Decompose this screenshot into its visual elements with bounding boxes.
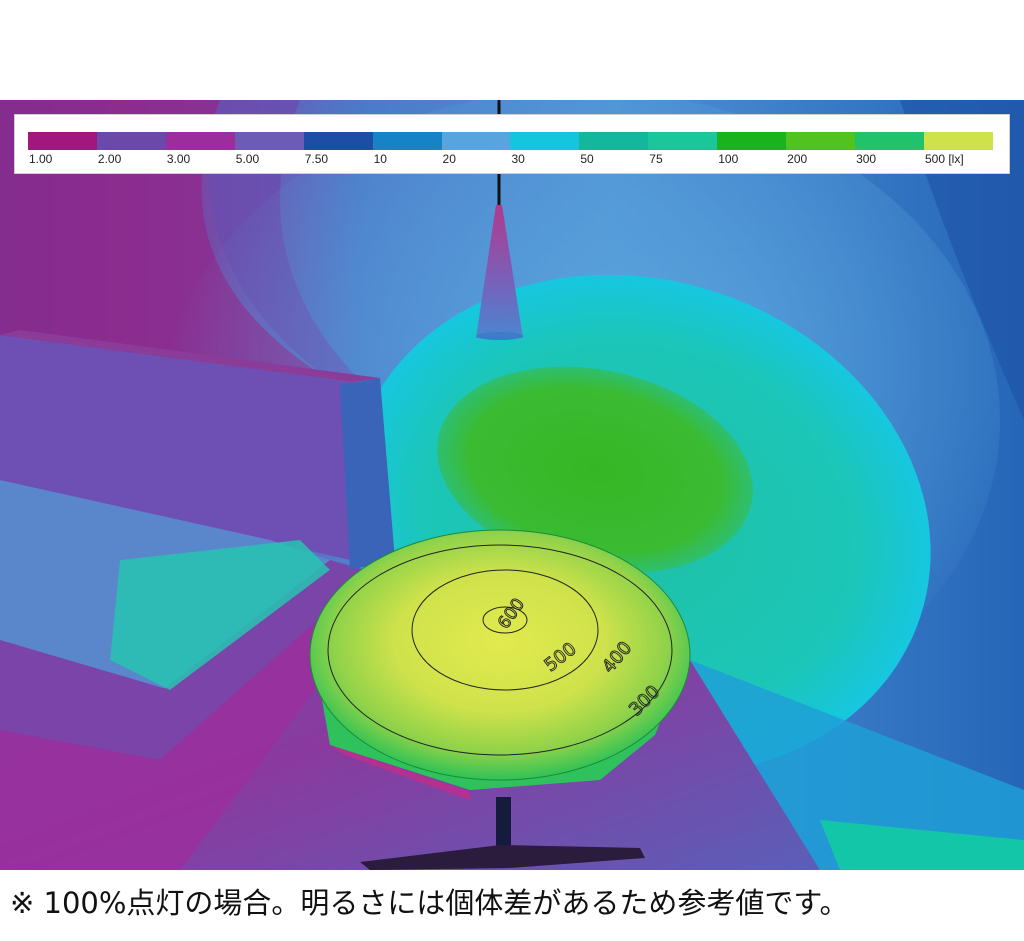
legend-swatch [28, 132, 97, 150]
legend-label: 5.00 [235, 152, 260, 166]
legend-swatch [717, 132, 787, 150]
legend-label: 100 [718, 152, 739, 166]
legend-color-bar [28, 132, 993, 150]
legend-label: 50 [580, 152, 594, 166]
legend-label: 3.00 [166, 152, 191, 166]
table-top [309, 529, 691, 781]
legend-label: 200 [787, 152, 808, 166]
caption-note: ※ 100%点灯の場合。明るさには個体差があるため参考値です。 [10, 886, 849, 920]
legend-swatch [96, 132, 166, 150]
legend-label: 20 [442, 152, 456, 166]
illuminance-scene: 600 500 400 300 [0, 100, 1024, 870]
lamp-opening [476, 332, 523, 340]
legend-swatch [441, 132, 511, 150]
legend-swatch [786, 132, 856, 150]
legend-label: 30 [511, 152, 525, 166]
illuminance-render: 600 500 400 300 [0, 100, 1024, 870]
legend-label: 1.00 [29, 152, 53, 166]
legend-swatch [165, 132, 235, 150]
legend-swatch [855, 132, 924, 150]
legend-labels: 1.00 2.00 3.00 5.00 7.50 10 20 30 50 75 100 200 300 5… [28, 152, 993, 168]
legend-swatch [648, 132, 718, 150]
legend-swatch [372, 132, 442, 150]
legend-label: 2.00 [97, 152, 122, 166]
illuminance-legend: 1.00 2.00 3.00 5.00 7.50 10 20 30 50 75 100 200 300 5… [14, 114, 1010, 174]
legend-swatch [923, 132, 993, 150]
legend-swatch [579, 132, 649, 150]
legend-label: 500 [lx] [924, 152, 964, 166]
table-pedestal [496, 797, 511, 852]
legend-swatch [234, 132, 304, 150]
legend-swatch [303, 132, 373, 150]
legend-label: 10 [373, 152, 387, 166]
legend-swatch [510, 132, 580, 150]
legend-label: 75 [649, 152, 663, 166]
legend-label: 300 [856, 152, 877, 166]
legend-label: 7.50 [304, 152, 329, 166]
